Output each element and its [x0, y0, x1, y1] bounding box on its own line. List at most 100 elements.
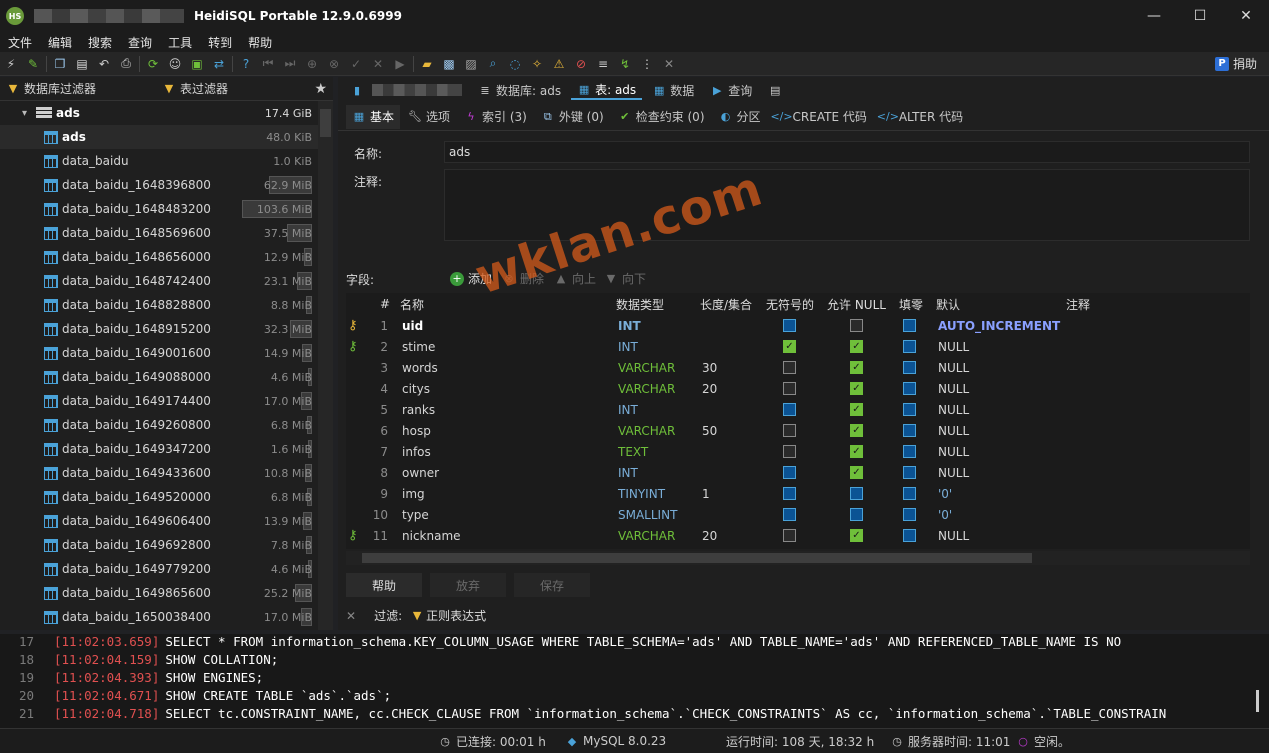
column-name[interactable]: type	[402, 508, 429, 522]
table-row[interactable]: 9 img TINYINT 1 '0'	[346, 483, 1250, 504]
column-default[interactable]: NULL	[938, 361, 969, 375]
allow-null-checkbox[interactable]	[850, 361, 863, 374]
tree-table-node[interactable]: data_baidu_1649520000 6.8 MiB	[0, 485, 318, 509]
donate-button[interactable]: P 捐助	[1214, 55, 1257, 72]
header-unsigned[interactable]: 无符号的	[766, 296, 814, 313]
favorite-star-icon[interactable]: ★	[314, 81, 327, 97]
header-comment[interactable]: 注释	[1066, 296, 1090, 313]
unsigned-checkbox[interactable]	[783, 508, 796, 521]
user-manager-icon[interactable]: ☺	[165, 54, 185, 74]
save-snippet-icon[interactable]: ▨	[461, 54, 481, 74]
minimize-button[interactable]: —	[1131, 0, 1177, 32]
discard-button[interactable]: 放弃	[430, 573, 506, 597]
column-name[interactable]: uid	[402, 319, 423, 333]
zerofill-checkbox[interactable]	[903, 529, 916, 542]
menu-search[interactable]: 搜索	[80, 34, 120, 51]
menu-goto[interactable]: 转到	[200, 34, 240, 51]
column-type[interactable]: INT	[618, 340, 638, 354]
tab-create-code[interactable]: </> CREATE 代码	[769, 108, 873, 125]
header-default[interactable]: 默认	[936, 296, 960, 313]
close-filter-icon[interactable]: ✕	[346, 609, 356, 623]
allow-null-checkbox[interactable]	[850, 403, 863, 416]
save-file-icon[interactable]: ▩	[439, 54, 459, 74]
tab-table[interactable]: ▦ 表: ads	[571, 81, 643, 100]
table-filter[interactable]: ▼ 表过滤器	[156, 80, 228, 97]
tree-table-node[interactable]: data_baidu_1649779200 4.6 MiB	[0, 557, 318, 581]
insert-record-icon[interactable]: ⊕	[302, 54, 322, 74]
tab-options[interactable]: 🔧︎ 选项	[402, 108, 456, 125]
column-name[interactable]: hosp	[402, 424, 431, 438]
column-type[interactable]: TINYINT	[618, 487, 665, 501]
column-name[interactable]: owner	[402, 466, 439, 480]
menu-query[interactable]: 查询	[120, 34, 160, 51]
tree-table-node[interactable]: data_baidu_1649347200 1.6 MiB	[0, 437, 318, 461]
unsigned-checkbox[interactable]	[783, 403, 796, 416]
stop-icon[interactable]: ⊘	[571, 54, 591, 74]
unsigned-checkbox[interactable]	[783, 382, 796, 395]
move-down-button[interactable]: ▼ 向下	[604, 270, 646, 287]
zerofill-checkbox[interactable]	[903, 424, 916, 437]
column-name[interactable]: stime	[402, 340, 435, 354]
warning-icon[interactable]: ⚠	[549, 54, 569, 74]
paste-icon[interactable]: ▤	[72, 54, 92, 74]
table-row[interactable]: 8 owner INT NULL	[346, 462, 1250, 483]
tree-table-node[interactable]: data_baidu 1.0 KiB	[0, 149, 318, 173]
first-record-icon[interactable]: ⏮	[258, 54, 278, 74]
zerofill-checkbox[interactable]	[903, 487, 916, 500]
print-icon[interactable]: ⎙	[116, 54, 136, 74]
unsigned-checkbox[interactable]	[783, 340, 796, 353]
log-line[interactable]: 20 [11:02:04.671] SHOW CREATE TABLE `ads`.…	[0, 688, 1269, 706]
column-length[interactable]: 20	[702, 382, 717, 396]
tab-host[interactable]: ▮	[344, 83, 468, 97]
tree-scrollbar[interactable]	[318, 101, 333, 630]
tree-table-node[interactable]: data_baidu_1649260800 6.8 MiB	[0, 413, 318, 437]
zerofill-checkbox[interactable]	[903, 403, 916, 416]
tab-check-constraints[interactable]: ✔ 检查约束 (0)	[612, 108, 711, 125]
column-name[interactable]: infos	[402, 445, 431, 459]
allow-null-checkbox[interactable]	[850, 508, 863, 521]
column-name[interactable]: ranks	[402, 403, 435, 417]
column-length[interactable]: 30	[702, 361, 717, 375]
tab-new-query[interactable]: ▤	[762, 83, 788, 97]
regex-filter-icon[interactable]: ▼	[410, 609, 424, 623]
collapse-icon[interactable]: ▾	[22, 108, 32, 119]
column-name[interactable]: nickname	[402, 529, 461, 543]
save-button[interactable]: 保存	[514, 573, 590, 597]
column-name[interactable]: citys	[402, 382, 430, 396]
allow-null-checkbox[interactable]	[850, 466, 863, 479]
column-type[interactable]: INT	[618, 403, 638, 417]
column-default[interactable]: NULL	[938, 340, 969, 354]
header-allow-null[interactable]: 允许 NULL	[827, 296, 886, 313]
cancel-record-icon[interactable]: ✕	[368, 54, 388, 74]
table-row[interactable]: 4 citys VARCHAR 20 NULL	[346, 378, 1250, 399]
tab-indexes[interactable]: ϟ 索引 (3)	[458, 108, 533, 125]
menu-file[interactable]: 文件	[0, 34, 40, 51]
tab-alter-code[interactable]: </> ALTER 代码	[875, 108, 969, 125]
undo-icon[interactable]: ↶	[94, 54, 114, 74]
tab-basic[interactable]: ▦ 基本	[346, 104, 401, 129]
table-row[interactable]: ⚷ 1 uid INT AUTO_INCREMENT	[346, 315, 1250, 336]
zerofill-checkbox[interactable]	[903, 319, 916, 332]
tree-table-node[interactable]: data_baidu_1649865600 25.2 MiB	[0, 581, 318, 605]
transfer-icon[interactable]: ⇄	[209, 54, 229, 74]
disconnect-icon[interactable]: ✎	[23, 54, 43, 74]
table-row[interactable]: 5 ranks INT NULL	[346, 399, 1250, 420]
close-button[interactable]: ✕	[1223, 0, 1269, 32]
tree-table-node[interactable]: data_baidu_1648656000 12.9 MiB	[0, 245, 318, 269]
log-line[interactable]: 17 [11:02:03.659] SELECT * FROM informatio…	[0, 634, 1269, 652]
log-line[interactable]: 21 [11:02:04.718] SELECT tc.CONSTRAINT_NAM…	[0, 706, 1269, 724]
column-length[interactable]: 50	[702, 424, 717, 438]
unsigned-checkbox[interactable]	[783, 361, 796, 374]
column-default[interactable]: NULL	[938, 445, 969, 459]
table-row[interactable]: 7 infos TEXT NULL	[346, 441, 1250, 462]
table-row[interactable]: 10 type SMALLINT '0'	[346, 504, 1250, 525]
help-button[interactable]: 帮助	[346, 573, 422, 597]
header-name[interactable]: 名称	[400, 296, 424, 313]
close-tab-icon[interactable]: ✕	[659, 54, 679, 74]
tree-table-node[interactable]: data_baidu_1648828800 8.8 MiB	[0, 293, 318, 317]
grid-horizontal-scrollbar[interactable]	[346, 551, 1250, 565]
zerofill-checkbox[interactable]	[903, 466, 916, 479]
column-default[interactable]: NULL	[938, 529, 969, 543]
column-type[interactable]: INT	[618, 466, 638, 480]
table-row[interactable]: ⚷ 2 stime INT NULL	[346, 336, 1250, 357]
